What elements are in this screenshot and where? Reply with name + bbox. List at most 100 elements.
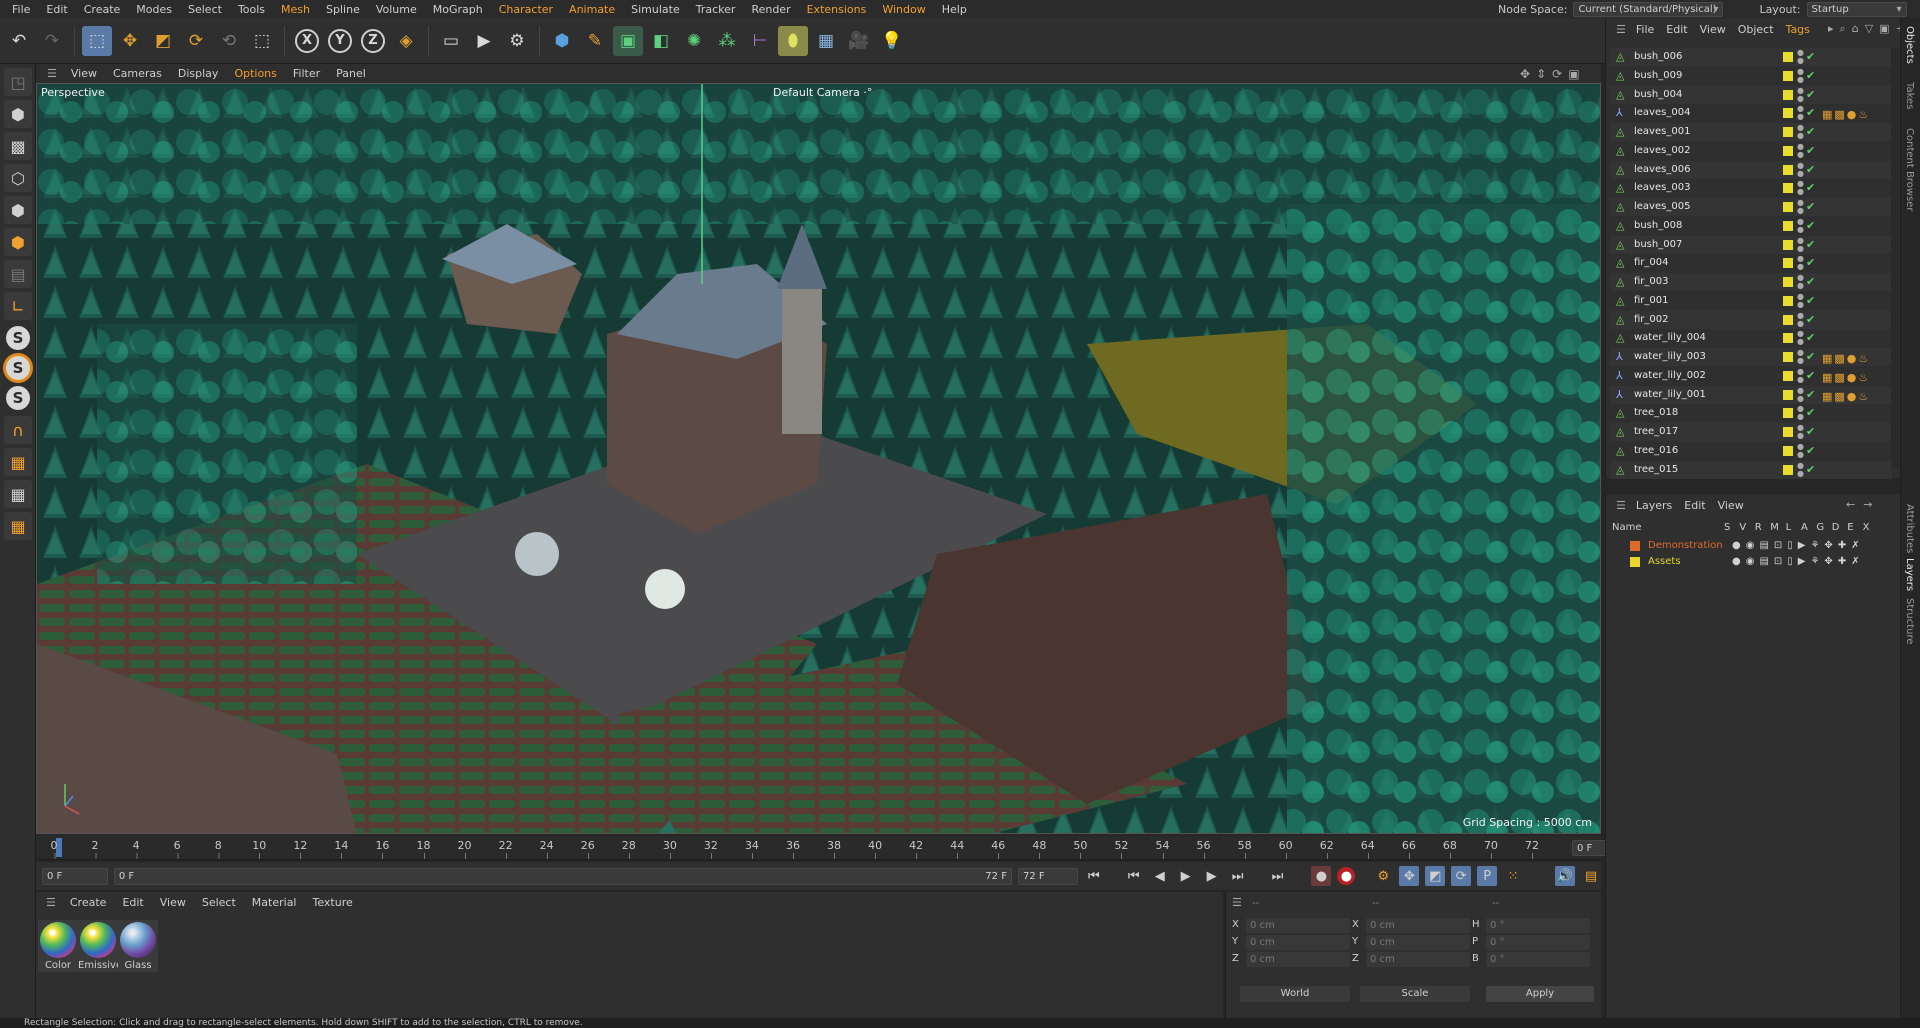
menu-spline[interactable]: Spline	[318, 3, 368, 16]
side-tab-layers[interactable]: Layers	[1904, 558, 1915, 591]
object-menu-edit[interactable]: Edit	[1660, 23, 1693, 36]
layer-color-swatch[interactable]	[1783, 314, 1793, 325]
rotate-view-icon[interactable]: ⟳	[1552, 67, 1562, 81]
layer-toggle-icons[interactable]: ●◉▤⊡▯▶⚘✥✚✗	[1732, 554, 1865, 570]
object-mode-icon[interactable]: ⬢	[4, 100, 32, 128]
object-row[interactable]: ◬ bush_008 ● ● ✔	[1610, 217, 1892, 235]
x-axis-lock-icon[interactable]: X	[295, 28, 319, 53]
hamburger-icon[interactable]: ☰	[41, 67, 63, 80]
zoom-view-icon[interactable]: ⇕	[1536, 67, 1546, 81]
viewport-menu-view[interactable]: View	[63, 67, 105, 80]
material-menu-create[interactable]: Create	[62, 896, 115, 909]
layer-color-swatch[interactable]	[1783, 333, 1793, 344]
object-row[interactable]: ⅄ leaves_004 ● ● ✔ ▦▩●♨	[1610, 104, 1892, 122]
back-icon[interactable]: ←	[1846, 498, 1855, 511]
previous-frame-icon[interactable]: ◀	[1150, 866, 1170, 886]
world-dropdown[interactable]: World	[1240, 986, 1350, 1002]
cube-icon[interactable]: ⬢	[547, 26, 577, 56]
workplane-icon[interactable]: ▦	[4, 448, 32, 476]
render-settings-icon[interactable]: ⚙	[502, 26, 532, 56]
scale-icon[interactable]: ◩	[148, 26, 178, 56]
next-key-icon[interactable]: ⏭	[1228, 866, 1248, 886]
coord-field-y[interactable]: 0 cm	[1246, 935, 1350, 950]
render-to-picture-viewer-icon[interactable]: ▶	[469, 26, 499, 56]
3d-viewport[interactable]: Perspective Default Camera ·° Grid Spaci…	[36, 83, 1601, 834]
next-frame-icon[interactable]: ▶	[1202, 866, 1222, 886]
material-swatch-color[interactable]: Color	[38, 920, 78, 972]
material-menu-view[interactable]: View	[152, 896, 194, 909]
rotate-icon[interactable]: ⟳	[181, 26, 211, 56]
floor-icon[interactable]: ▦	[811, 26, 841, 56]
material-swatch-glass[interactable]: Glass	[118, 920, 158, 972]
enabled-check-icon[interactable]: ✔	[1806, 254, 1815, 272]
enabled-check-icon[interactable]: ✔	[1806, 348, 1815, 366]
layer-row[interactable]: Assets ●◉▤⊡▯▶⚘✥✚✗	[1610, 554, 1892, 570]
enabled-check-icon[interactable]: ✔	[1806, 461, 1815, 479]
layer-color-swatch[interactable]	[1783, 70, 1793, 81]
enabled-check-icon[interactable]: ✔	[1806, 48, 1815, 66]
layer-color-swatch[interactable]	[1783, 239, 1793, 250]
enabled-check-icon[interactable]: ✔	[1806, 273, 1815, 291]
object-row[interactable]: ◬ leaves_002 ● ● ✔	[1610, 142, 1892, 160]
snap-icon[interactable]: S	[6, 326, 30, 350]
home-icon[interactable]: ⌂	[1852, 22, 1859, 36]
transform-icon[interactable]: ⟲	[214, 26, 244, 56]
layer-color-swatch[interactable]	[1783, 408, 1793, 419]
enabled-check-icon[interactable]: ✔	[1806, 367, 1815, 385]
side-tab-content-browser[interactable]: Content Browser	[1904, 128, 1915, 211]
record-icon[interactable]: ●	[1337, 867, 1356, 885]
move-view-icon[interactable]: ✥	[1520, 67, 1530, 81]
arrow-icon[interactable]: ▸	[1828, 22, 1834, 36]
menu-edit[interactable]: Edit	[38, 3, 75, 16]
object-menu-view[interactable]: View	[1694, 23, 1732, 36]
viewport-menu-filter[interactable]: Filter	[285, 67, 328, 80]
visibility-dots-icon[interactable]: ● ●	[1797, 199, 1804, 215]
enabled-check-icon[interactable]: ✔	[1806, 217, 1815, 235]
visibility-dots-icon[interactable]: ● ●	[1797, 424, 1804, 440]
mograph-icon[interactable]: ⁂	[712, 26, 742, 56]
menu-modes[interactable]: Modes	[128, 3, 180, 16]
cloner-icon[interactable]: ✺	[679, 26, 709, 56]
menu-help[interactable]: Help	[934, 3, 975, 16]
scale-dropdown[interactable]: Scale	[1360, 986, 1470, 1002]
object-row[interactable]: ◬ tree_016 ● ● ✔	[1610, 442, 1892, 460]
object-row[interactable]: ◬ tree_018 ● ● ✔	[1610, 404, 1892, 422]
layer-color-swatch[interactable]	[1630, 557, 1640, 567]
key-scale-icon[interactable]: ◩	[1425, 866, 1446, 886]
material-menu-texture[interactable]: Texture	[304, 896, 360, 909]
filter-icon[interactable]: ▽	[1865, 22, 1873, 36]
object-row[interactable]: ◬ fir_004 ● ● ✔	[1610, 254, 1892, 272]
layer-color-swatch[interactable]	[1783, 464, 1793, 475]
object-tags[interactable]: ▦▩●♨	[1822, 350, 1870, 368]
object-row[interactable]: ◬ fir_002 ● ● ✔	[1610, 310, 1892, 329]
object-tags[interactable]: ▦▩●♨	[1822, 388, 1870, 406]
side-tab-structure[interactable]: Structure	[1904, 598, 1915, 645]
menu-create[interactable]: Create	[76, 3, 129, 16]
light-icon[interactable]: 💡	[877, 26, 907, 56]
object-row[interactable]: ◬ leaves_001 ● ● ✔	[1610, 123, 1892, 141]
visibility-dots-icon[interactable]: ● ●	[1797, 405, 1804, 421]
subdivision-icon[interactable]: ▣	[613, 25, 643, 56]
object-menu-tags[interactable]: Tags	[1780, 23, 1816, 36]
grid-workplane-icon[interactable]: ▦	[4, 480, 32, 508]
menu-volume[interactable]: Volume	[368, 3, 425, 16]
hamburger-icon[interactable]: ☰	[40, 896, 62, 909]
enabled-check-icon[interactable]: ✔	[1806, 311, 1815, 329]
preview-range-slider[interactable]: 0 F 72 F	[113, 867, 1012, 885]
object-row[interactable]: ◬ leaves_006 ● ● ✔	[1610, 160, 1892, 179]
coord-field-z[interactable]: 0 cm	[1366, 952, 1470, 967]
coord-field-x[interactable]: 0 cm	[1246, 918, 1350, 933]
magnet-icon[interactable]: ∩	[4, 416, 32, 444]
layer-menu-view[interactable]: View	[1712, 499, 1750, 512]
coordinate-system-icon[interactable]: ◈	[391, 26, 421, 56]
visibility-dots-icon[interactable]: ● ●	[1797, 161, 1804, 178]
visibility-dots-icon[interactable]: ● ●	[1797, 105, 1804, 121]
object-row[interactable]: ◬ tree_015 ● ● ✔	[1610, 460, 1892, 479]
object-tags[interactable]: ▦▩●♨	[1822, 106, 1870, 124]
placement-icon[interactable]: ⬚	[247, 26, 277, 56]
key-pla-icon[interactable]: ⁙	[1503, 866, 1523, 886]
coord-field-h[interactable]: 0 °	[1486, 918, 1590, 933]
visibility-dots-icon[interactable]: ● ●	[1797, 236, 1804, 253]
menu-file[interactable]: File	[4, 3, 38, 16]
menu-render[interactable]: Render	[743, 3, 798, 16]
